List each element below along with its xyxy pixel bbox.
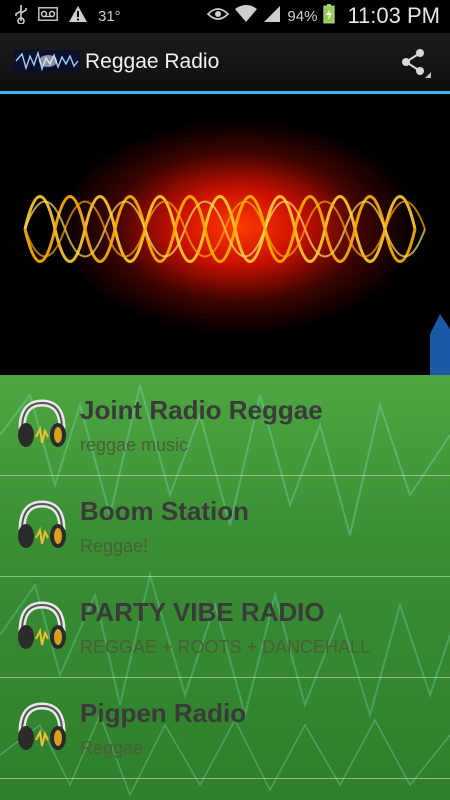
temperature-label: 31°: [98, 7, 121, 25]
list-item[interactable]: Pigpen Radio Reggae: [0, 678, 450, 779]
station-description: Reggae!: [80, 536, 149, 556]
station-name: Boom Station: [80, 496, 249, 526]
list-item[interactable]: Joint Radio Reggae reggae music: [0, 375, 450, 476]
clock: 11:03 PM: [347, 3, 440, 28]
list-item[interactable]: Boom Station Reggae!: [0, 476, 450, 577]
eye-icon: [207, 7, 230, 26]
headphones-icon: [14, 599, 70, 655]
battery-icon: [323, 3, 336, 29]
list-item[interactable]: PARTY VIBE RADIO REGGAE + ROOTS + DANCEH…: [0, 577, 450, 678]
app-logo-icon[interactable]: [14, 50, 80, 72]
station-name: Pigpen Radio: [80, 698, 247, 728]
station-description: reggae music: [80, 435, 189, 455]
wifi-icon: [235, 4, 258, 28]
banner-image: [0, 94, 450, 375]
station-description: Reggae: [80, 738, 144, 758]
warning-icon: [68, 5, 88, 28]
station-description: REGGAE + ROOTS + DANCEHALL: [80, 637, 371, 657]
status-bar: 31° 94% 11:03 PM: [0, 0, 450, 33]
headphones-icon: [14, 498, 70, 554]
app-title: Reggae Radio: [85, 50, 220, 73]
station-list: Joint Radio Reggae reggae music Boom Sta…: [0, 375, 450, 800]
battery-percent: 94%: [287, 7, 318, 25]
signal-icon: [263, 5, 281, 28]
usb-icon: [14, 4, 28, 29]
station-name: Joint Radio Reggae: [80, 395, 323, 425]
action-bar: Reggae Radio: [0, 33, 450, 91]
headphones-icon: [14, 700, 70, 756]
station-name: PARTY VIBE RADIO: [80, 597, 325, 627]
headphones-icon: [14, 397, 70, 453]
share-icon[interactable]: [398, 47, 432, 79]
voicemail-icon: [38, 6, 58, 26]
